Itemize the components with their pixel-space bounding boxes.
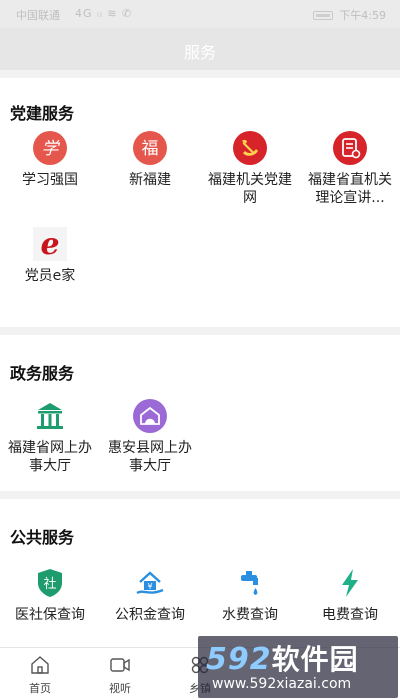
tab-label: 首页 (29, 682, 51, 695)
social-security-icon: 社 (38, 569, 62, 597)
service-item-fujian-hall[interactable]: 福建省网上办事大厅 (0, 399, 100, 475)
service-label: 公积金查询 (115, 607, 185, 623)
watermark-logo: 592软件园 (206, 638, 359, 678)
clock: 下午4:59 (339, 9, 386, 22)
home-icon (31, 656, 49, 674)
top-navbar: 服务 (0, 28, 400, 70)
service-item-lecture[interactable]: 福建省直机关理论宣讲... (300, 131, 400, 207)
service-item-dangyuan-ehome[interactable]: e 党员e家 (0, 227, 100, 285)
party-icon (233, 131, 267, 165)
e-home-icon: e (33, 227, 67, 261)
section-divider (0, 70, 400, 78)
document-icon (333, 131, 367, 165)
service-label: 福建省直机关理论宣讲... (308, 172, 392, 206)
service-item-huian-hall[interactable]: 惠安县网上办事大厅 (100, 399, 200, 475)
service-label: 新福建 (129, 172, 171, 188)
service-item-xinfujian[interactable]: 福 新福建 (100, 131, 200, 189)
service-item-party-web[interactable]: 福建机关党建网 (200, 131, 300, 207)
status-right: 下午4:59 (313, 7, 386, 23)
service-label: 福建机关党建网 (208, 172, 292, 206)
tab-home[interactable]: 首页 (0, 654, 80, 696)
page-title: 服务 (183, 43, 216, 62)
carrier-label: 中国联通 (16, 9, 60, 22)
service-item-housing-fund[interactable]: ¥ 公积金查询 (100, 566, 200, 624)
watermark-overlay: 592软件园 www.592xiazai.com (198, 636, 398, 698)
study-icon: 学 (33, 131, 67, 165)
fu-icon: 福 (133, 131, 167, 165)
service-label: 电费查询 (322, 607, 378, 623)
tab-label: 视听 (109, 682, 131, 695)
svg-text:e: e (40, 227, 59, 261)
section-divider (0, 491, 400, 499)
svg-text:学: 学 (42, 139, 61, 159)
government-building-icon (37, 403, 63, 429)
svg-text:福: 福 (142, 139, 159, 159)
water-tap-icon (241, 571, 258, 595)
service-item-study[interactable]: 学 学习强国 (0, 131, 100, 189)
service-label: 惠安县网上办事大厅 (108, 440, 192, 474)
service-item-electricity-fee[interactable]: 电费查询 (300, 566, 400, 624)
video-icon (110, 658, 130, 672)
watermark-url: www.592xiazai.com (212, 676, 352, 692)
section-title-public: 公共服务 (10, 528, 75, 547)
signal-indicators: 4G ᵢₗ ≋ ✆ (75, 7, 133, 20)
service-label: 学习强国 (22, 172, 78, 188)
watermark-logo-text: 软件园 (271, 643, 359, 676)
section-title-party: 党建服务 (10, 104, 75, 123)
svg-text:¥: ¥ (147, 582, 152, 591)
svg-text:社: 社 (43, 576, 56, 592)
service-label: 福建省网上办事大厅 (8, 440, 92, 474)
tab-video[interactable]: 视听 (80, 654, 160, 696)
service-label: 党员e家 (24, 268, 76, 284)
hall-icon (133, 399, 167, 433)
lightning-icon (342, 569, 358, 597)
section-title-government: 政务服务 (10, 364, 75, 383)
status-bar: 中国联通 4G ᵢₗ ≋ ✆ 下午4:59 (0, 0, 400, 28)
housing-fund-icon: ¥ (136, 571, 164, 595)
watermark-logo-number: 592 (206, 642, 272, 677)
service-label: 水费查询 (222, 607, 278, 623)
battery-icon (313, 10, 334, 20)
service-item-social-security[interactable]: 社 医社保查询 (0, 566, 100, 624)
service-label: 医社保查询 (15, 607, 85, 623)
section-divider (0, 327, 400, 335)
service-item-water-fee[interactable]: 水费查询 (200, 566, 300, 624)
